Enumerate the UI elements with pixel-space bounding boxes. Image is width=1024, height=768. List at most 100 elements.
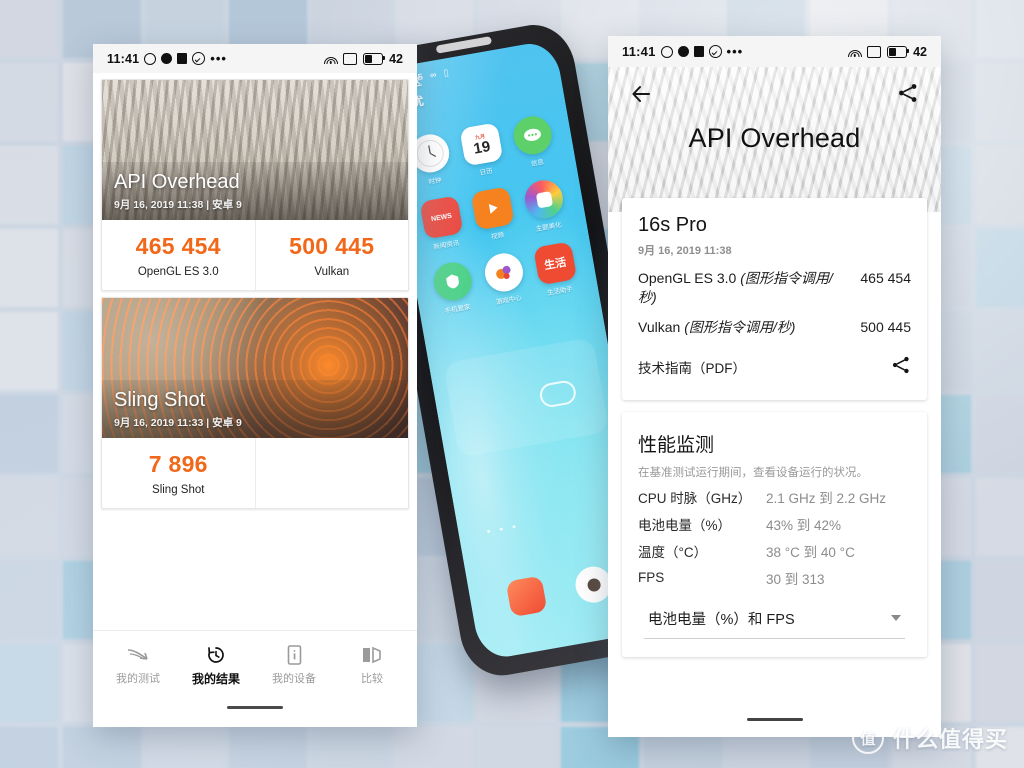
wifi-icon	[847, 47, 862, 57]
api-overhead-thumbnail: API Overhead 9月 16, 2019 11:38 | 安卓 9	[102, 80, 408, 220]
card-scores: 7 896 Sling Shot	[102, 438, 408, 508]
video-icon	[470, 186, 515, 231]
circle-icon	[144, 52, 157, 65]
app-label: 视频	[490, 231, 505, 242]
nav-label: 我的结果	[191, 672, 240, 686]
technical-guide-row[interactable]: 技术指南（PDF）	[638, 337, 911, 394]
sling-shot-thumbnail: Sling Shot 9月 16, 2019 11:33 | 安卓 9	[102, 298, 408, 438]
card-title-scrim: Sling Shot 9月 16, 2019 11:33 | 安卓 9	[102, 380, 408, 438]
statusbar-left-group: 11:41 •••	[107, 52, 227, 66]
technical-guide-label: 技术指南（PDF）	[638, 361, 746, 377]
score-caption: OpenGL ES 3.0	[137, 266, 219, 278]
infinity-icon: ∞	[429, 69, 438, 81]
score-cell: 7 896 Sling Shot	[102, 438, 255, 508]
performance-monitoring-card: 性能监测 在基准测试运行期间，查看设备运行的状况。 CPU 时脉（GHz） 2.…	[622, 411, 927, 657]
nav-item-my-tests[interactable]: 我的测试	[103, 645, 173, 686]
result-value: 465 454	[860, 270, 911, 286]
card-subtitle: 9月 16, 2019 11:33 | 安卓 9	[114, 416, 242, 429]
statusbar-left-group: 11:41 •••	[622, 44, 743, 59]
app-icon-video: 视频	[464, 185, 524, 244]
sim-icon	[343, 52, 358, 65]
monitoring-row-battery: 电池电量（%） 43% 到 42%	[638, 507, 911, 534]
right-statusbar: 11:41 ••• 42	[608, 36, 941, 67]
monitoring-value: 38 °C 到 40 °C	[766, 544, 855, 560]
app-label: 游戏中心	[495, 294, 523, 307]
monitoring-title: 性能监测	[638, 434, 715, 456]
score-cell-empty	[254, 438, 409, 508]
chart-select-wrapper: 电池电量（%）和 FPS	[638, 604, 911, 639]
app-label: 日历	[479, 167, 494, 178]
score-caption: Vulkan	[314, 266, 350, 278]
nav-label: 我的设备	[272, 673, 316, 685]
theme-icon	[521, 177, 566, 222]
monitoring-value: 30 到 313	[766, 571, 825, 587]
game-icon	[481, 250, 526, 295]
result-row-opengl: OpenGL ES 3.0 (图形指令调用/秒) 465 454	[638, 258, 911, 307]
wifi-icon	[323, 54, 338, 64]
result-card-api-overhead[interactable]: API Overhead 9月 16, 2019 11:38 | 安卓 9 46…	[101, 79, 409, 291]
more-icon: •••	[726, 44, 744, 59]
news-icon: NEWS	[419, 195, 464, 240]
monitoring-value: 2.1 GHz 到 2.2 GHz	[766, 490, 887, 506]
card-title: API Overhead	[114, 170, 240, 193]
chevron-down-icon[interactable]	[891, 615, 901, 622]
result-label: OpenGL ES 3.0 (图形指令调用/秒)	[638, 270, 833, 305]
app-icon-game: 游戏中心	[475, 249, 535, 308]
app-label: 生活助手	[546, 285, 574, 298]
statusbar-right-group: 42	[323, 51, 403, 66]
app-icon-theme: 主题美化	[515, 176, 575, 235]
sim-icon	[867, 45, 882, 58]
device-info-icon	[287, 645, 302, 665]
device-date: 9月 16, 2019 11:38	[638, 245, 732, 257]
chart-metric-select[interactable]: 电池电量（%）和 FPS	[644, 604, 905, 639]
nav-item-my-results[interactable]: 我的结果	[181, 645, 251, 687]
score-cell: 465 454 OpenGL ES 3.0	[102, 220, 255, 290]
score-value: 7 896	[148, 451, 208, 477]
result-row-vulkan: Vulkan (图形指令调用/秒) 500 445	[638, 307, 911, 337]
bottom-nav-row: 我的测试 我的结果 我的设备 比较	[93, 631, 417, 687]
statusbar-right-group: 42	[847, 44, 927, 59]
app-icon-news: NEWS 新闻资讯	[413, 194, 473, 253]
nav-item-compare[interactable]: 比较	[337, 645, 407, 686]
weather-widget	[442, 337, 610, 458]
card-title-scrim: API Overhead 9月 16, 2019 11:38 | 安卓 9	[102, 162, 408, 220]
message-icon	[510, 113, 555, 158]
watermark-badge: 值	[851, 722, 884, 754]
back-arrow-icon[interactable]	[630, 83, 652, 105]
nav-label: 我的测试	[116, 673, 160, 685]
score-caption: Sling Shot	[152, 484, 205, 496]
left-phone-screenshot: 11:41 ••• 42 API Overhead 9月 16, 2019 11…	[93, 44, 417, 727]
monitoring-row-fps: FPS 30 到 313	[638, 561, 911, 588]
dot-icon	[677, 46, 689, 57]
life-icon: 生活	[533, 241, 578, 286]
swoosh-icon	[127, 645, 149, 665]
page-title: API Overhead	[688, 123, 861, 153]
nav-item-my-device[interactable]: 我的设备	[259, 645, 329, 686]
monitoring-row-temperature: 温度（°C） 38 °C 到 40 °C	[638, 534, 911, 561]
result-card-sling-shot[interactable]: Sling Shot 9月 16, 2019 11:33 | 安卓 9 7 89…	[101, 297, 409, 509]
share-icon[interactable]	[897, 82, 919, 104]
device-name: 16s Pro	[638, 214, 707, 236]
square-icon	[177, 53, 188, 64]
monitoring-row-cpu: CPU 时脉（GHz） 2.1 GHz 到 2.2 GHz	[638, 480, 911, 507]
home-indicator[interactable]	[227, 706, 283, 709]
check-circle-icon	[708, 45, 722, 58]
battery-icon: ▯	[442, 67, 450, 78]
nav-label: 比较	[361, 673, 383, 685]
history-icon	[206, 645, 226, 665]
dot-icon	[161, 53, 173, 64]
score-value: 500 445	[289, 233, 375, 259]
circle-icon	[660, 45, 673, 58]
battery-percent: 42	[389, 51, 403, 66]
app-icon-calendar: 九月 19 日历	[452, 121, 512, 180]
share-icon[interactable]	[891, 355, 911, 380]
more-icon: •••	[210, 51, 227, 66]
app-label: 手机管家	[444, 303, 472, 316]
result-value: 500 445	[860, 318, 911, 335]
monitoring-key: 温度（°C）	[638, 544, 708, 560]
monitoring-value: 43% 到 42%	[766, 517, 842, 533]
battery-percent: 42	[913, 44, 927, 59]
home-indicator[interactable]	[746, 718, 803, 721]
square-icon	[693, 46, 704, 57]
app-label: 信息	[530, 158, 545, 168]
